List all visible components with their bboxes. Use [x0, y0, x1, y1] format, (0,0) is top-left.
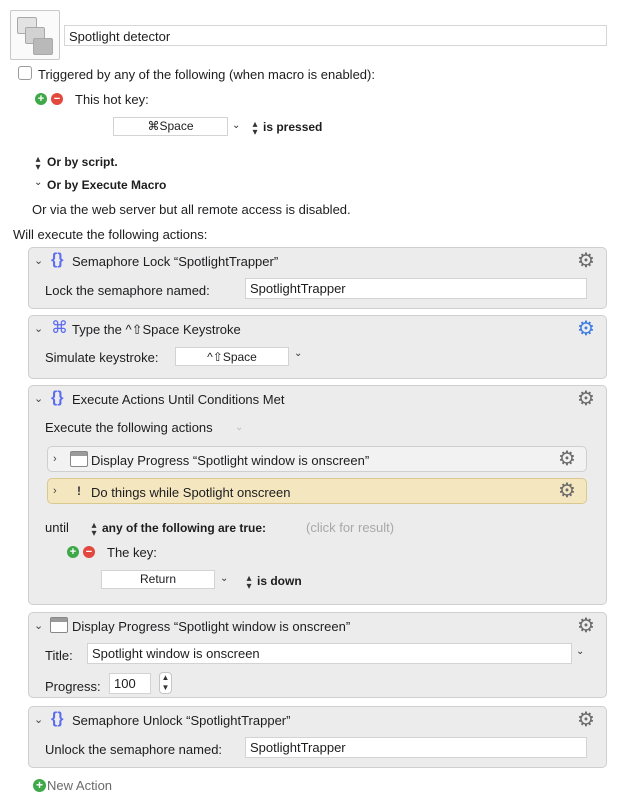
progress-label: Progress:	[45, 679, 101, 694]
sub-action-title: Do things while Spotlight onscreen	[91, 485, 291, 500]
updown-icon[interactable]: ▴ ▾	[251, 120, 259, 138]
actions-header: Will execute the following actions:	[13, 227, 208, 242]
gear-icon[interactable]: ⚙	[577, 251, 595, 271]
hotkey-field[interactable]: ⌘Space	[113, 117, 228, 136]
action-title: Display Progress “Spotlight window is on…	[72, 619, 351, 634]
chevron-down-icon[interactable]: ⌄	[232, 120, 240, 131]
triggers-enabled-checkbox[interactable]	[18, 66, 32, 80]
hotkey-label: This hot key:	[75, 92, 149, 107]
new-action-button[interactable]: New Action	[47, 778, 112, 793]
semaphore-name-input[interactable]: SpotlightTrapper	[245, 278, 587, 299]
gear-icon[interactable]: ⚙	[577, 616, 595, 636]
gear-icon[interactable]: ⚙	[577, 319, 595, 339]
action-type-keystroke[interactable]: ⌄ ⌘ Type the ^⇧Space Keystroke ⚙ Simulat…	[28, 315, 607, 379]
exclamation-icon: !	[77, 484, 81, 498]
subheader: Execute the following actions	[45, 420, 213, 435]
action-title: Execute Actions Until Conditions Met	[72, 392, 285, 407]
chevron-down-icon[interactable]: ⌄	[220, 573, 228, 584]
action-title: Type the ^⇧Space Keystroke	[72, 322, 241, 337]
updown-icon[interactable]: ▴ ▾	[90, 521, 98, 539]
remove-trigger-icon[interactable]: −	[51, 93, 63, 105]
chevron-down-icon[interactable]: ⌄	[34, 177, 42, 188]
sub-action-display-progress[interactable]: › Display Progress “Spotlight window is …	[47, 446, 587, 472]
field-label: Lock the semaphore named:	[45, 283, 210, 298]
until-label: until	[45, 520, 69, 535]
condition-mode[interactable]: any of the following are true:	[102, 521, 266, 535]
semaphore-name-input[interactable]: SpotlightTrapper	[245, 737, 587, 758]
macro-name-field[interactable]: Spotlight detector	[64, 25, 607, 46]
key-condition[interactable]: is down	[257, 574, 302, 588]
disclosure-chevron-icon[interactable]: ⌄	[34, 254, 43, 267]
or-by-script[interactable]: Or by script.	[47, 155, 118, 169]
macro-icon[interactable]	[10, 10, 60, 60]
or-by-execute-macro[interactable]: Or by Execute Macro	[47, 178, 166, 192]
chevron-down-icon[interactable]: ⌄	[576, 646, 584, 657]
new-action-icon[interactable]: +	[33, 779, 46, 792]
chevron-down-icon[interactable]: ⌄	[235, 422, 243, 433]
sub-action-title: Display Progress “Spotlight window is on…	[91, 453, 370, 468]
chevron-down-icon[interactable]: ⌄	[294, 348, 302, 359]
action-title: Semaphore Unlock “SpotlightTrapper”	[72, 713, 291, 728]
remove-condition-icon[interactable]: −	[83, 546, 95, 558]
disclosure-chevron-icon[interactable]: ⌄	[34, 619, 43, 632]
window-icon	[50, 617, 68, 633]
control-flow-icon: {}	[51, 389, 64, 406]
add-trigger-icon[interactable]: +	[35, 93, 47, 105]
disclosure-chevron-icon[interactable]: ›	[53, 453, 57, 465]
gear-icon[interactable]: ⚙	[577, 389, 595, 409]
disclosure-chevron-icon[interactable]: ⌄	[34, 322, 43, 335]
progress-stepper[interactable]: ▲ ▼	[159, 672, 172, 694]
updown-icon[interactable]: ▴ ▾	[245, 574, 253, 592]
gear-icon[interactable]: ⚙	[558, 481, 576, 501]
semaphore-icon: {}	[51, 710, 64, 727]
command-key-icon: ⌘	[51, 318, 68, 337]
action-semaphore-lock[interactable]: ⌄ {} Semaphore Lock “SpotlightTrapper” ⚙…	[28, 247, 607, 309]
web-server-note: Or via the web server but all remote acc…	[32, 202, 351, 217]
disclosure-chevron-icon[interactable]: ›	[53, 485, 57, 497]
action-title: Semaphore Lock “SpotlightTrapper”	[72, 254, 279, 269]
keystroke-field[interactable]: ^⇧Space	[175, 347, 289, 366]
click-for-result[interactable]: (click for result)	[306, 520, 394, 535]
action-display-progress[interactable]: ⌄ Display Progress “Spotlight window is …	[28, 612, 607, 698]
progress-title-input[interactable]: Spotlight window is onscreen	[87, 643, 572, 664]
title-label: Title:	[45, 648, 73, 663]
window-icon	[70, 451, 88, 467]
progress-value-input[interactable]: 100	[109, 673, 151, 694]
updown-icon[interactable]: ▴ ▾	[34, 155, 42, 173]
action-semaphore-unlock[interactable]: ⌄ {} Semaphore Unlock “SpotlightTrapper”…	[28, 706, 607, 768]
key-field[interactable]: Return	[101, 570, 215, 589]
semaphore-icon: {}	[51, 251, 64, 268]
field-label: Simulate keystroke:	[45, 350, 159, 365]
disclosure-chevron-icon[interactable]: ⌄	[34, 713, 43, 726]
disclosure-chevron-icon[interactable]: ⌄	[34, 392, 43, 405]
add-condition-icon[interactable]: +	[67, 546, 79, 558]
field-label: Unlock the semaphore named:	[45, 742, 223, 757]
gear-icon[interactable]: ⚙	[558, 449, 576, 469]
hotkey-condition[interactable]: is pressed	[263, 120, 322, 134]
key-label: The key:	[107, 545, 157, 560]
triggers-header: Triggered by any of the following (when …	[38, 67, 375, 82]
gear-icon[interactable]: ⚙	[577, 710, 595, 730]
sub-action-do-things[interactable]: › ! Do things while Spotlight onscreen ⚙	[47, 478, 587, 504]
